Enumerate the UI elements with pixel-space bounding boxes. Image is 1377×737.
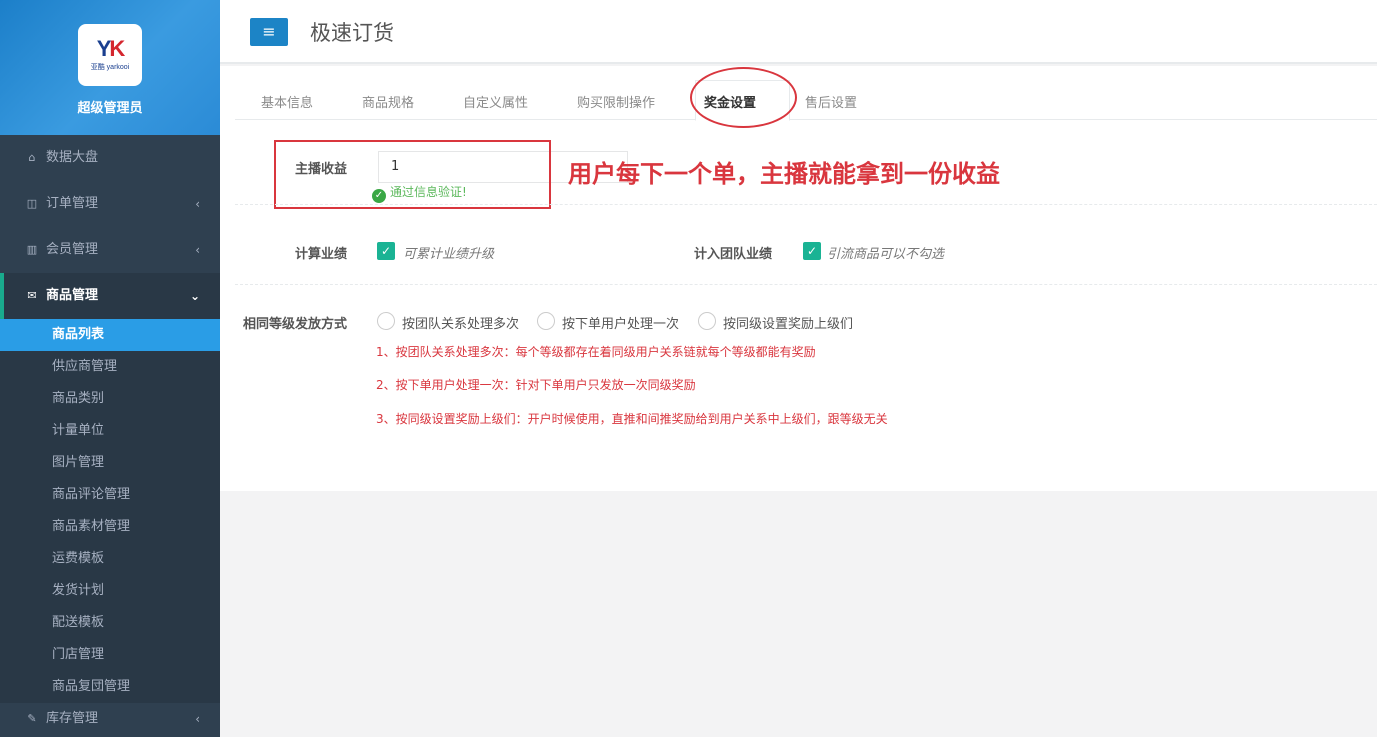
sidebar: YK 亚酷 yarkooi 超级管理员 ⌂ 数据大盘 ◫ 订单管理 ‹ ▥ 会员管理 … bbox=[0, 0, 220, 737]
logo-subtext: 亚酷 yarkooi bbox=[90, 64, 130, 71]
menu-label: 商品管理 bbox=[46, 288, 99, 303]
rectangle-annotation bbox=[274, 140, 551, 209]
note-line-2: 2、按下单用户处理一次：针对下单用户只发放一次同级奖励 bbox=[376, 378, 696, 392]
team-performance-text: 引流商品可以不勾选 bbox=[827, 247, 945, 262]
brand-logo[interactable]: YK 亚酷 yarkooi bbox=[78, 24, 142, 86]
submenu-item-product-list[interactable]: 商品列表 bbox=[0, 319, 220, 351]
chevron-left-icon: ‹ bbox=[195, 243, 200, 257]
page-title: 极速订货 bbox=[310, 21, 394, 45]
page-background bbox=[220, 491, 1377, 737]
radio-label: 按同级设置奖励上级们 bbox=[723, 317, 854, 332]
submenu-item-units[interactable]: 计量单位 bbox=[0, 415, 220, 447]
tab-bar: 基本信息 商品规格 自定义属性 购买限制操作 奖金设置 售后设置 bbox=[235, 66, 1377, 128]
menu-label: 库存管理 bbox=[46, 711, 99, 726]
home-icon: ⌂ bbox=[28, 151, 36, 164]
envelope-icon: ✉ bbox=[27, 289, 37, 302]
menu-item-members[interactable]: ▥ 会员管理 ‹ bbox=[0, 227, 220, 273]
radio-label: 按团队关系处理多次 bbox=[402, 317, 520, 332]
logo-mark: YK bbox=[96, 36, 126, 61]
annotation-text: 用户每下一个单，主播就能拿到一份收益 bbox=[568, 160, 1000, 188]
calc-performance-label: 计算业绩 bbox=[295, 247, 348, 262]
team-performance-checkbox[interactable]: ✓ bbox=[803, 242, 821, 260]
circle-annotation bbox=[690, 67, 797, 128]
tab-basic-info[interactable]: 基本信息 bbox=[261, 92, 313, 111]
calc-performance-text: 可累计业绩升级 bbox=[403, 247, 495, 262]
chevron-down-icon: ⌄ bbox=[189, 289, 200, 303]
radio-order-user-once[interactable] bbox=[537, 312, 555, 330]
divider bbox=[235, 204, 1377, 205]
edit-icon: ✎ bbox=[27, 712, 37, 725]
tab-after-sales[interactable]: 售后设置 bbox=[805, 92, 857, 111]
products-submenu: 商品列表 供应商管理 商品类别 计量单位 图片管理 商品评论管理 商品素材管理 … bbox=[0, 319, 220, 703]
admin-name[interactable]: 超级管理员 bbox=[0, 97, 220, 116]
submenu-item-suppliers[interactable]: 供应商管理 bbox=[0, 351, 220, 383]
bar-chart-icon: ▥ bbox=[26, 243, 38, 256]
submenu-item-repurchase[interactable]: 商品复団管理 bbox=[0, 671, 220, 703]
tab-specs[interactable]: 商品规格 bbox=[362, 92, 414, 111]
sidebar-header: YK 亚酷 yarkooi 超级管理员 bbox=[0, 0, 220, 135]
submenu-item-categories[interactable]: 商品类别 bbox=[0, 383, 220, 415]
radio-label: 按下单用户处理一次 bbox=[562, 317, 680, 332]
top-bar: ≡ 极速订货 bbox=[220, 0, 1377, 64]
chevron-left-icon: ‹ bbox=[195, 712, 200, 726]
submenu-item-stores[interactable]: 门店管理 bbox=[0, 639, 220, 671]
submenu-item-reviews[interactable]: 商品评论管理 bbox=[0, 479, 220, 511]
submenu-item-delivery-plan[interactable]: 发货计划 bbox=[0, 575, 220, 607]
menu-item-dashboard[interactable]: ⌂ 数据大盘 bbox=[0, 135, 220, 181]
menu-label: 订单管理 bbox=[46, 196, 99, 211]
submenu-item-images[interactable]: 图片管理 bbox=[0, 447, 220, 479]
menu-label: 会员管理 bbox=[46, 242, 99, 257]
hamburger-menu-button[interactable]: ≡ bbox=[250, 18, 288, 46]
menu-item-inventory[interactable]: ✎ 库存管理 ‹ bbox=[0, 706, 220, 736]
submenu-item-shipping-templates[interactable]: 运费模板 bbox=[0, 543, 220, 575]
same-level-label: 相同等级发放方式 bbox=[243, 317, 348, 332]
menu-item-orders[interactable]: ◫ 订单管理 ‹ bbox=[0, 181, 220, 227]
note-line-1: 1、按团队关系处理多次：每个等级都存在着同级用户关系链就每个等级都能有奖励 bbox=[376, 345, 816, 359]
columns-icon: ◫ bbox=[26, 197, 38, 210]
radio-team-multiple[interactable] bbox=[377, 312, 395, 330]
menu-label: 数据大盘 bbox=[46, 150, 99, 165]
submenu-item-distribution-templates[interactable]: 配送模板 bbox=[0, 607, 220, 639]
calc-performance-checkbox[interactable]: ✓ bbox=[377, 242, 395, 260]
menu-item-products[interactable]: ✉ 商品管理 ⌄ bbox=[0, 273, 220, 319]
content-panel: 基本信息 商品规格 自定义属性 购买限制操作 奖金设置 售后设置 主播收益 1 … bbox=[220, 66, 1377, 491]
submenu-item-materials[interactable]: 商品素材管理 bbox=[0, 511, 220, 543]
chevron-left-icon: ‹ bbox=[195, 197, 200, 211]
team-performance-label: 计入团队业绩 bbox=[694, 247, 773, 262]
divider bbox=[235, 284, 1377, 285]
note-line-3: 3、按同级设置奖励上级们：开户时候使用，直推和间推奖励给到用户关系中上级们，跟等… bbox=[376, 412, 888, 426]
tab-purchase-limits[interactable]: 购买限制操作 bbox=[577, 92, 655, 111]
radio-same-level-uplines[interactable] bbox=[698, 312, 716, 330]
tab-custom-attributes[interactable]: 自定义属性 bbox=[463, 92, 528, 111]
